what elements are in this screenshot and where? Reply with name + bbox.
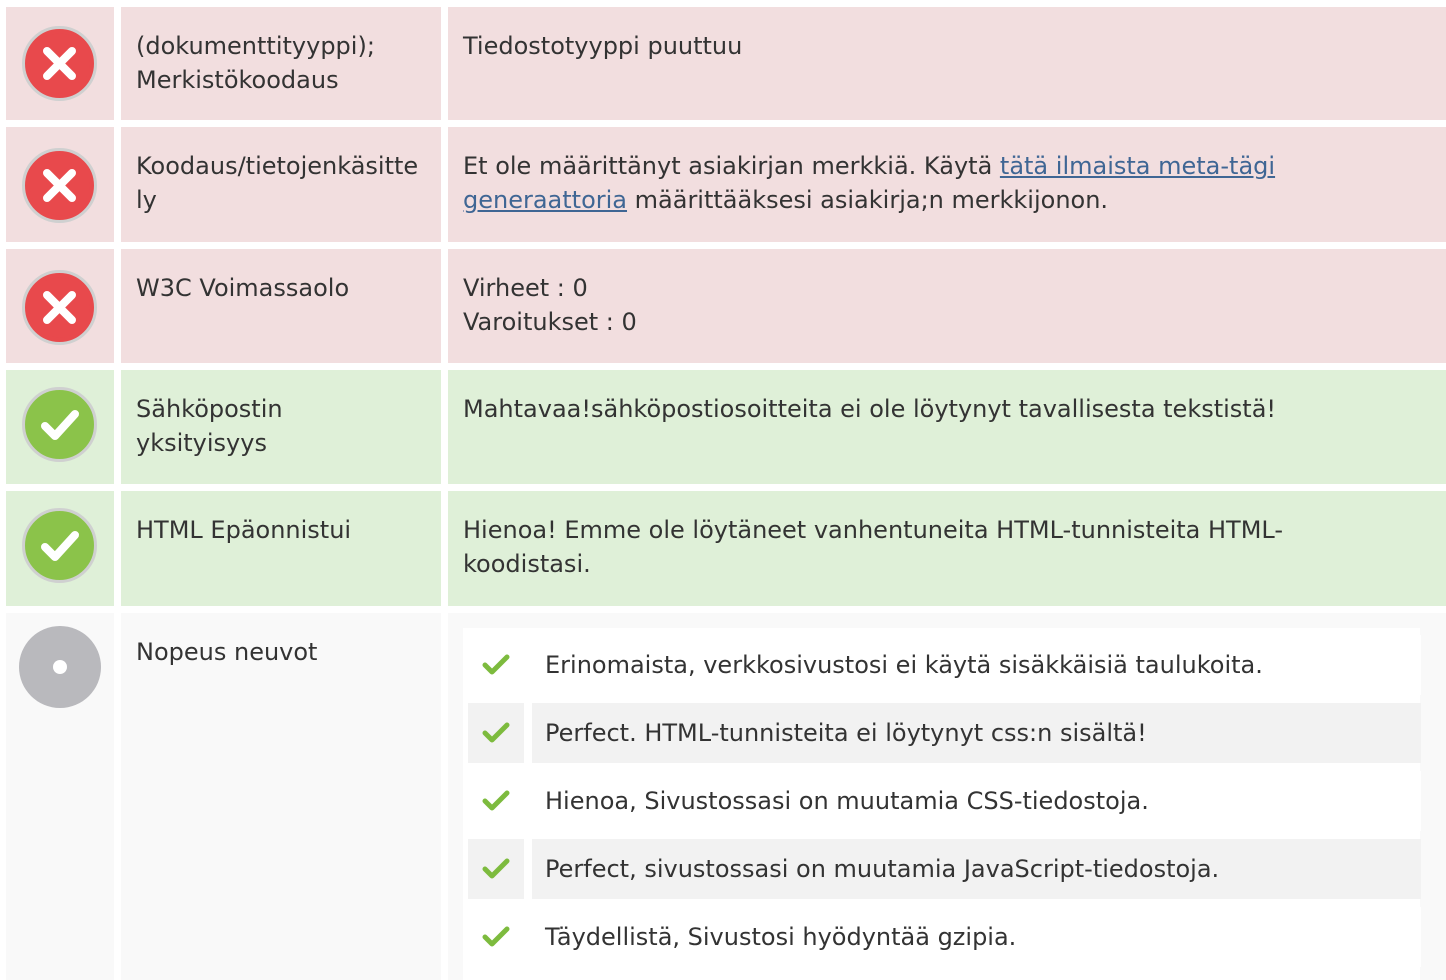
- row-label: (dokumenttityyppi); Merkistökoodaus: [136, 32, 375, 94]
- status-cell: [6, 491, 114, 606]
- status-cell: [6, 249, 114, 363]
- ok-check-icon: [22, 387, 97, 462]
- check-icon: [468, 839, 524, 899]
- row-description: Tiedostotyyppi puuttuu: [463, 32, 743, 60]
- speed-tip-text: Perfect. HTML-tunnisteita ei löytynyt cs…: [532, 703, 1421, 763]
- audit-row-email-privacy: Sähköpostin yksityisyys Mahtavaa!sähköpo…: [0, 370, 1446, 484]
- row-description: Virheet : 0 Varoitukset : 0: [463, 271, 1386, 339]
- w3c-errors: Virheet : 0: [463, 274, 588, 302]
- row-description-cell: Mahtavaa!sähköpostiosoitteita ei ole löy…: [448, 370, 1446, 484]
- list-item: Täydellistä, Sivustosi hyödyntää gzipia.: [468, 907, 1421, 967]
- check-icon: [468, 771, 524, 831]
- list-item: Perfect, sivustossasi on muutamia JavaSc…: [468, 839, 1421, 899]
- list-item: Erinomaista, verkkosivustosi ei käytä si…: [468, 635, 1421, 695]
- row-label: W3C Voimassaolo: [136, 274, 350, 302]
- error-x-icon: [22, 148, 97, 223]
- list-item: Hienoa, Sivustossasi on muutamia CSS-tie…: [468, 771, 1421, 831]
- status-cell: [6, 370, 114, 484]
- ok-check-icon: [22, 508, 97, 583]
- status-cell: [6, 127, 114, 242]
- audit-row-encoding: Koodaus/tietojenkäsittely Et ole määritt…: [0, 127, 1446, 242]
- speed-tips-list: Erinomaista, verkkosivustosi ei käytä si…: [468, 635, 1421, 975]
- check-icon: [468, 635, 524, 695]
- speed-tip-text: Perfect, sivustossasi on muutamia JavaSc…: [532, 839, 1421, 899]
- row-description-cell: Hienoa! Emme ole löytäneet vanhentuneita…: [448, 491, 1446, 606]
- row-label-cell: W3C Voimassaolo: [121, 249, 441, 363]
- speed-tip-text: Erinomaista, verkkosivustosi ei käytä si…: [532, 635, 1421, 695]
- speed-tip-text: Hienoa, Sivustossasi on muutamia CSS-tie…: [532, 771, 1421, 831]
- error-x-icon: [22, 270, 97, 345]
- row-label-cell: Koodaus/tietojenkäsittely: [121, 127, 441, 242]
- row-label: HTML Epäonnistui: [136, 516, 352, 544]
- row-description: Mahtavaa!sähköpostiosoitteita ei ole löy…: [463, 395, 1277, 423]
- row-label-cell: Nopeus neuvot: [121, 613, 441, 980]
- row-label: Sähköpostin yksityisyys: [136, 395, 283, 457]
- cell-gutter: [463, 613, 1420, 628]
- row-description-cell: Erinomaista, verkkosivustosi ei käytä si…: [448, 613, 1446, 980]
- description-prefix: Et ole määrittänyt asiakirjan merkkiä. K…: [463, 152, 1000, 180]
- description-suffix: määrittääksesi asiakirja;n merkkijonon.: [627, 186, 1109, 214]
- row-description: Et ole määrittänyt asiakirjan merkkiä. K…: [463, 149, 1386, 217]
- row-label-cell: (dokumenttityyppi); Merkistökoodaus: [121, 7, 441, 120]
- row-label: Koodaus/tietojenkäsittely: [136, 152, 419, 214]
- audit-row-speed-tips: Nopeus neuvot Erinomaista, verkkosivusto…: [0, 613, 1446, 980]
- cell-gutter: [448, 613, 463, 980]
- audit-row-deprecated-html: HTML Epäonnistui Hienoa! Emme ole löytän…: [0, 491, 1446, 606]
- audit-row-doctype: (dokumenttityyppi); Merkistökoodaus Tied…: [0, 7, 1446, 120]
- row-label: Nopeus neuvot: [136, 638, 318, 666]
- row-description-cell: Tiedostotyyppi puuttuu: [448, 7, 1446, 120]
- check-icon: [468, 907, 524, 967]
- cell-gutter: [1420, 613, 1446, 980]
- status-cell: [6, 7, 114, 120]
- check-icon: [468, 703, 524, 763]
- row-label-cell: Sähköpostin yksityisyys: [121, 370, 441, 484]
- list-item: Perfect. HTML-tunnisteita ei löytynyt cs…: [468, 703, 1421, 763]
- status-cell: [6, 613, 114, 980]
- w3c-warnings: Varoitukset : 0: [463, 308, 637, 336]
- info-dot-icon: [19, 626, 101, 708]
- audit-row-w3c: W3C Voimassaolo Virheet : 0 Varoitukset …: [0, 249, 1446, 363]
- error-x-icon: [22, 26, 97, 101]
- row-description: Hienoa! Emme ole löytäneet vanhentuneita…: [463, 516, 1284, 578]
- row-label-cell: HTML Epäonnistui: [121, 491, 441, 606]
- speed-tip-text: Täydellistä, Sivustosi hyödyntää gzipia.: [532, 907, 1421, 967]
- row-description-cell: Virheet : 0 Varoitukset : 0: [448, 249, 1446, 363]
- row-description-cell: Et ole määrittänyt asiakirjan merkkiä. K…: [448, 127, 1446, 242]
